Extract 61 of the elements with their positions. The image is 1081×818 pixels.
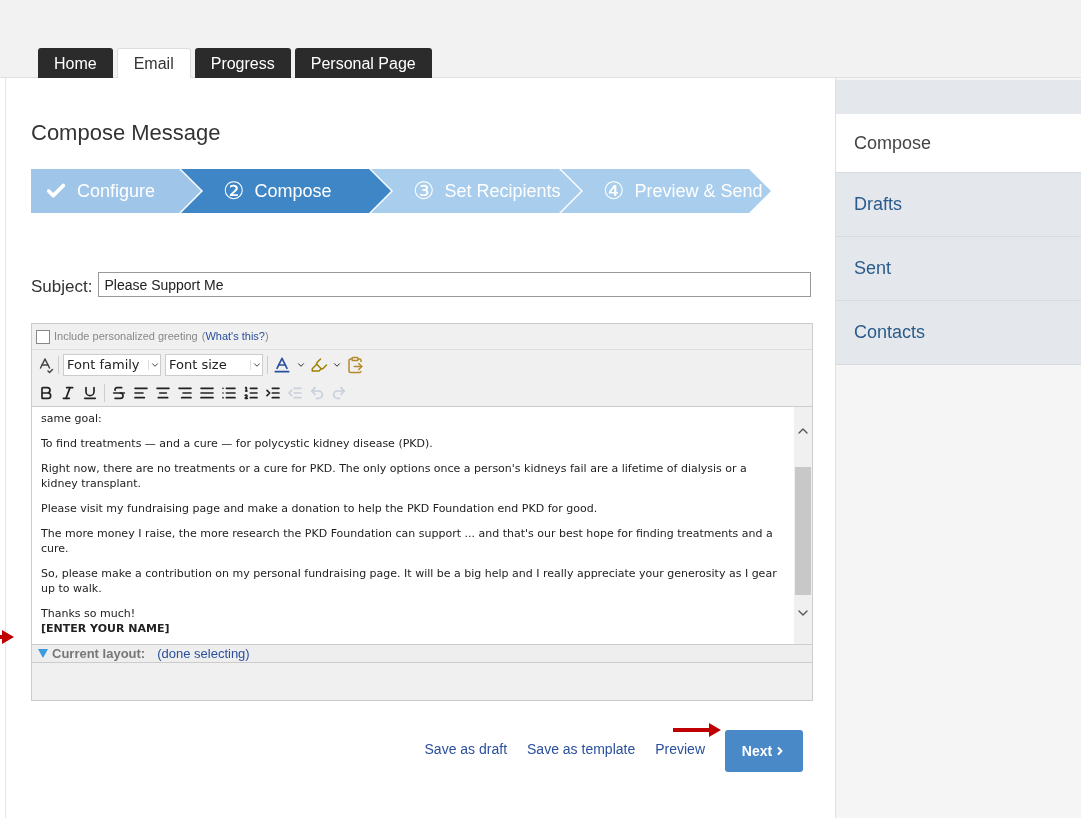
greeting-checkbox[interactable] [36,329,50,344]
step-number: ② [223,179,245,203]
caret-icon[interactable] [296,360,306,370]
whats-this-link[interactable]: What's this? [205,328,265,345]
align-right-icon[interactable] [177,385,193,401]
sidebar-item[interactable]: Sent [836,237,1081,301]
step-label: Set Recipients [444,179,561,203]
bullet-list-icon[interactable] [221,385,237,401]
message-paragraph: To find treatments — and a cure — for polycystic kidney disease (PKD). [41,436,434,451]
action-link[interactable]: Save as draft [424,739,508,760]
font-size-select[interactable]: Font size [165,354,263,376]
greeting-paren: ) [264,329,269,345]
done-selecting-link[interactable]: (done selecting) [157,643,250,664]
nav-tab[interactable]: Progress [194,48,291,79]
step-label: Configure [77,179,156,203]
justify-icon[interactable] [199,385,215,401]
triangle-icon[interactable] [38,649,48,658]
message-paragraph: Right now, there are no treatments or a cure for PKD. The only options once a person's kidneys fail are a lifetime of dialysis or a kidney transplant. [41,461,748,491]
numbered-list-icon[interactable] [243,385,259,401]
page-title: Compose Message [31,119,222,147]
sidebar-item[interactable]: Compose [836,114,1081,173]
message-paragraph: So, please make a contribution on my personal fundraising page. It will be a big help and I really appreciate your generosity as I gear up to walk. [41,566,778,596]
message-paragraph: [ENTER YOUR NAME] [41,621,171,636]
nav-tab[interactable]: Home [38,48,113,79]
italic-icon[interactable] [60,385,76,401]
font-family-select[interactable]: Font family [63,354,161,376]
message-paragraph: Please visit my fundraising page and make a donation to help the PKD Foundation end PKD for good. [41,501,599,516]
caret-icon[interactable] [149,360,160,370]
action-link[interactable]: Save as template [527,739,636,760]
caret-icon[interactable] [332,360,342,370]
align-left-icon[interactable] [133,385,149,401]
caret-icon[interactable] [251,360,262,370]
message-paragraph: Thanks so much! [41,606,137,621]
greeting-paren: ( [201,329,206,345]
underline-icon[interactable] [82,385,98,401]
sidebar-item[interactable]: Contacts [836,301,1081,365]
bold-icon[interactable] [38,385,54,401]
annotation-arrow [0,630,14,644]
subject-field[interactable]: Please Support Me [98,272,811,297]
message-paragraph: The more money I raise, the more research the PKD Foundation can support ... and that's our best hope for finding treatments and a cure. [41,526,774,556]
step-label: Preview & Send [634,179,763,203]
annotation-arrow [673,723,721,737]
step-number: ④ [603,179,625,203]
next-button[interactable]: Next [725,730,803,772]
current-layout-label: Current layout: [52,644,146,663]
step-number: ③ [413,179,435,203]
align-center-icon[interactable] [155,385,171,401]
message-paragraph: same goal: [41,411,103,426]
strikethrough-icon[interactable] [111,385,127,401]
greeting-label: Include personalized greeting [54,329,198,345]
paste-icon[interactable] [346,356,364,374]
text-color-icon[interactable] [272,355,292,375]
action-link[interactable]: Preview [655,739,705,760]
step-label: Compose [254,179,332,203]
highlight-icon[interactable] [310,356,328,374]
subject-label: Subject: [31,275,93,298]
nav-tab[interactable]: Email [116,48,191,79]
indent-icon[interactable] [265,385,281,401]
sidebar-item[interactable]: Drafts [836,173,1081,237]
scrollbar[interactable] [794,407,812,644]
nav-tab[interactable]: Personal Page [294,48,432,79]
